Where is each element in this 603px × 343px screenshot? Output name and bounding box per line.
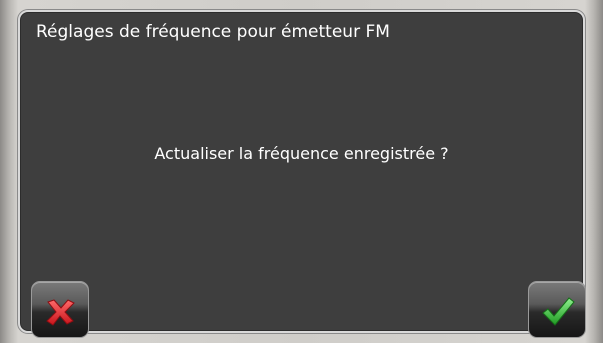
cancel-button[interactable]: [31, 281, 89, 338]
dialog-message: Actualiser la fréquence enregistrée ?: [154, 144, 449, 163]
confirm-button[interactable]: [528, 281, 586, 338]
green-checkmark-icon: [542, 297, 575, 326]
dialog-panel: Réglages de fréquence pour émetteur FM A…: [18, 10, 586, 338]
dialog-title: Réglages de fréquence pour émetteur FM: [36, 22, 390, 42]
red-x-icon: [46, 299, 75, 326]
